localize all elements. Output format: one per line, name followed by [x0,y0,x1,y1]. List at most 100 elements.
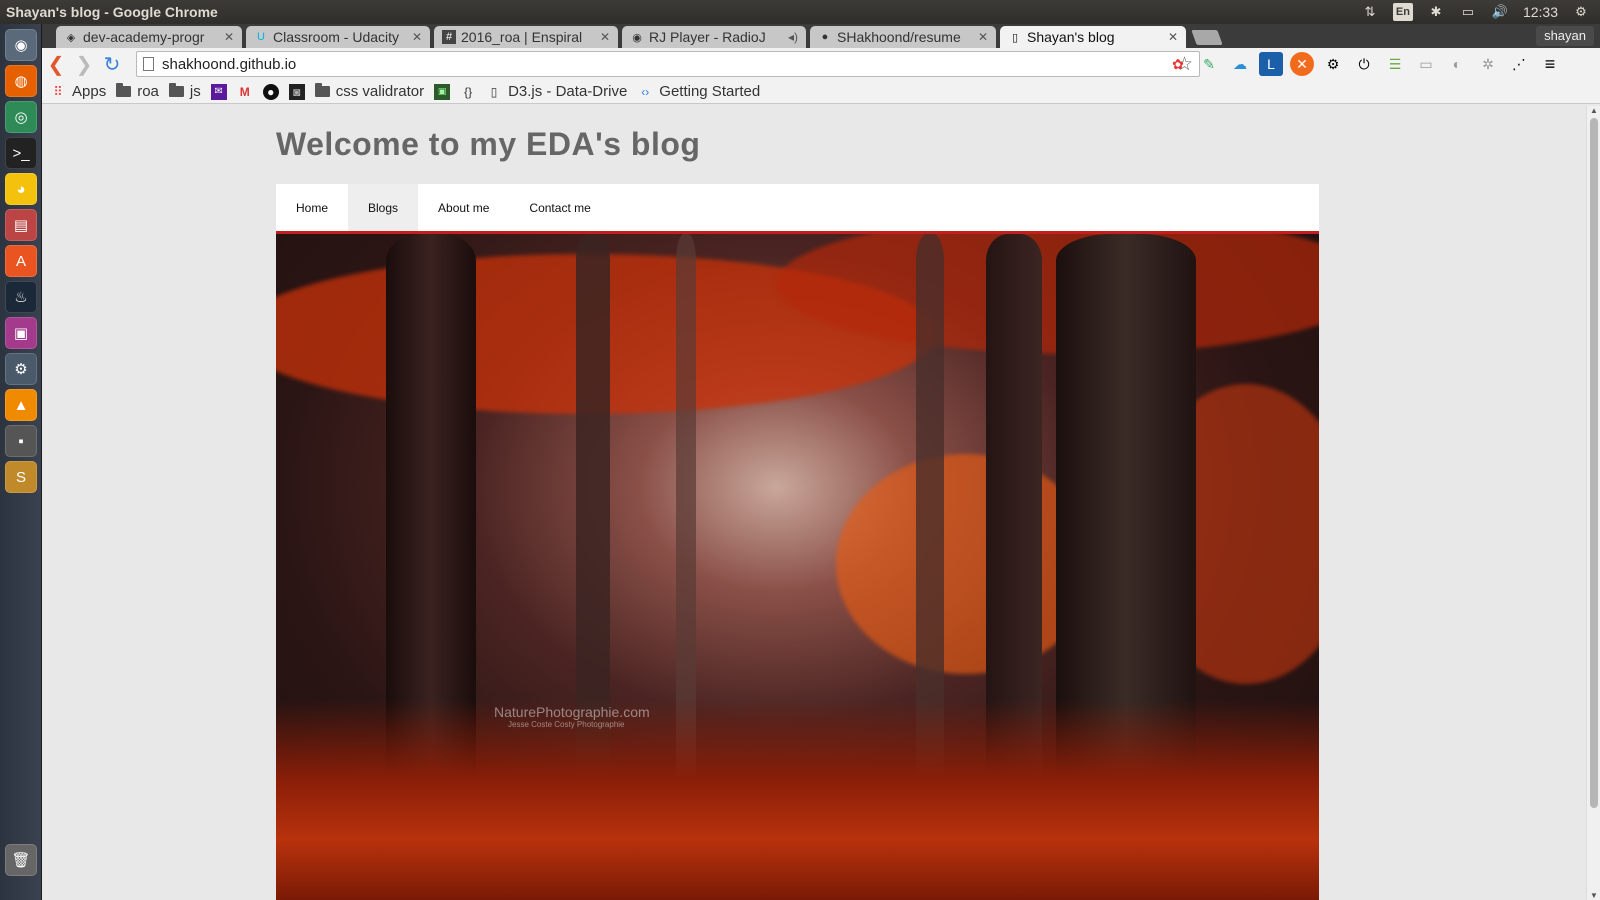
bookmark-braces[interactable]: {} [460,84,476,100]
vlc-icon[interactable]: ▲ [5,389,37,421]
dark-square-icon: ◙ [288,83,305,100]
bookmark-apps[interactable]: ⠿ Apps [50,83,106,100]
power-extension-icon[interactable]: ⏻ [1352,52,1376,76]
chrome-window: ◈ dev-academy-progr ✕ U Classroom - Udac… [42,24,1600,900]
braces-icon: {} [464,84,473,99]
bookmark-green-terminal[interactable]: ▣ [434,83,451,100]
system-settings-icon[interactable]: ⚙ [5,353,37,385]
notes-extension-icon[interactable]: ☰ [1383,52,1407,76]
bookmark-d3js[interactable]: ▯ D3.js - Data-Drive [486,83,628,100]
battery-icon[interactable]: ▭ [1459,3,1477,21]
tab-slack[interactable]: # 2016_roa | Enspiral ✕ [434,26,618,48]
apps-grid-icon: ⠿ [53,83,63,99]
tab-label: 2016_roa | Enspiral [461,29,583,45]
page-scrollbar[interactable]: ▲ ▼ [1586,106,1600,900]
system-indicators: ⇅ En ✱ ▭ 🔊 12:33 ⚙ [1361,3,1600,21]
close-icon[interactable]: ✕ [978,30,988,44]
diamond-icon: ◈ [66,31,76,44]
settings-gear-icon[interactable]: ⚙ [1572,3,1590,21]
close-icon[interactable]: ✕ [412,30,422,44]
green-app-icon[interactable]: ◎ [5,101,37,133]
url-text[interactable]: shakhoond.github.io [162,56,296,73]
tab-label: dev-academy-progr [83,29,205,45]
scroll-up-icon[interactable]: ▲ [1590,106,1598,115]
radio-icon: ◉ [632,31,642,44]
cloud-extension-icon[interactable]: ☁ [1228,52,1252,76]
color-picker-extension-icon[interactable]: ✿ [1166,52,1190,76]
new-tab-button[interactable] [1191,30,1223,45]
folder-icon [314,83,330,97]
keyboard-language[interactable]: En [1392,3,1413,21]
bookmark-gmail[interactable]: M [237,84,253,100]
bookmark-folder-js[interactable]: js [168,83,201,100]
watermark-text: NaturePhotographie.com [494,704,650,720]
chrome-icon[interactable]: ◕ [5,173,37,205]
volume-icon[interactable]: 🔊 [1491,3,1509,21]
bookmark-folder-css-validrator[interactable]: css validrator [314,83,424,100]
profile-button[interactable]: shayan [1536,26,1594,46]
tab-udacity[interactable]: U Classroom - Udacity ✕ [246,26,430,48]
nav-about-me[interactable]: About me [418,184,509,231]
github-icon: ● [262,83,279,100]
nav-home[interactable]: Home [276,184,348,231]
cog-extension-icon[interactable]: ✲ [1476,52,1500,76]
address-bar[interactable]: shakhoond.github.io ☆ [136,51,1200,77]
tab-dev-academy[interactable]: ◈ dev-academy-progr ✕ [56,26,242,48]
files-icon[interactable]: ▤ [5,209,37,241]
github-icon: ● [821,31,829,43]
close-icon[interactable]: ✕ [224,30,234,44]
nav-contact-me[interactable]: Contact me [509,184,610,231]
clock[interactable]: 12:33 [1523,4,1558,20]
tab-label: SHakhoond/resume [837,29,961,45]
orange-extension-icon[interactable]: ✕ [1290,52,1314,76]
dash-home-icon[interactable]: ◉ [5,29,37,61]
code-icon: ‹› [641,84,650,99]
green-terminal-icon: ▣ [434,83,451,100]
bookmark-github[interactable]: ● [262,83,279,100]
reload-icon[interactable]: ↻ [98,50,126,78]
sublime-text-icon[interactable]: S [5,461,37,493]
drive-icon[interactable]: ▪ [5,425,37,457]
bookmark-getting-started[interactable]: ‹› Getting Started [637,83,760,100]
browser-toolbar: ❮ ❯ ↻ shakhoond.github.io ☆ ✿ ✎ ☁ L ✕ ⚙ … [42,48,1600,80]
tab-shayans-blog[interactable]: ▯ Shayan's blog ✕ [1000,26,1186,48]
software-center-icon[interactable]: A [5,245,37,277]
tab-label: RJ Player - RadioJ [649,29,766,45]
tab-github-resume[interactable]: ● SHakhoond/resume ✕ [810,26,996,48]
close-icon[interactable]: ✕ [600,30,610,44]
lastpass-extension-icon[interactable]: L [1259,52,1283,76]
steam-icon[interactable]: ♨ [5,281,37,313]
gmail-icon: M [239,84,250,99]
moon-extension-icon[interactable]: ◐ [1445,52,1469,76]
extensions-area: ✿ ✎ ☁ L ✕ ⚙ ⏻ ☰ ▭ ◐ ✲ ⋰ ≡ [1166,52,1562,76]
back-icon[interactable]: ❮ [42,50,70,78]
window-app-icon[interactable]: ▣ [5,317,37,349]
menu-icon[interactable]: ≡ [1538,52,1562,76]
bookmark-dark-square[interactable]: ◙ [288,83,305,100]
firefox-icon[interactable]: ◍ [5,65,37,97]
bookmark-yahoo-mail[interactable]: ✉ [210,83,227,100]
udacity-icon: U [257,31,265,43]
chat-extension-icon[interactable]: ▭ [1414,52,1438,76]
os-top-panel: Shayan's blog - Google Chrome ⇅ En ✱ ▭ 🔊… [0,0,1600,24]
bluetooth-icon[interactable]: ✱ [1427,3,1445,21]
image-watermark: NaturePhotographie.com Jesse Coste Costy… [494,704,650,729]
scroll-down-icon[interactable]: ▼ [1590,891,1598,900]
bookmark-folder-roa[interactable]: roa [116,83,159,100]
trash-icon[interactable]: 🗑 [5,844,37,876]
close-icon[interactable]: ✕ [1168,30,1178,44]
tab-label: Classroom - Udacity [273,29,400,45]
tab-label: Shayan's blog [1027,29,1115,45]
scrollbar-thumb[interactable] [1590,118,1598,808]
eyedropper-extension-icon[interactable]: ✎ [1197,52,1221,76]
nav-blogs[interactable]: Blogs [348,184,419,231]
yahoo-mail-icon: ✉ [210,83,227,100]
share-extension-icon[interactable]: ⋰ [1507,52,1531,76]
unity-launcher: ◉ ◍ ◎ >_ ◕ ▤ A ♨ ▣ ⚙ ▲ ▪ S 🗑 [0,24,42,900]
tab-radioj[interactable]: ◉ RJ Player - RadioJ ◂) [622,26,806,48]
terminal-icon[interactable]: >_ [5,137,37,169]
forward-icon[interactable]: ❯ [70,50,98,78]
network-icon[interactable]: ⇅ [1361,3,1379,21]
speaker-icon[interactable]: ◂) [788,30,798,44]
gear-extension-icon[interactable]: ⚙ [1321,52,1345,76]
